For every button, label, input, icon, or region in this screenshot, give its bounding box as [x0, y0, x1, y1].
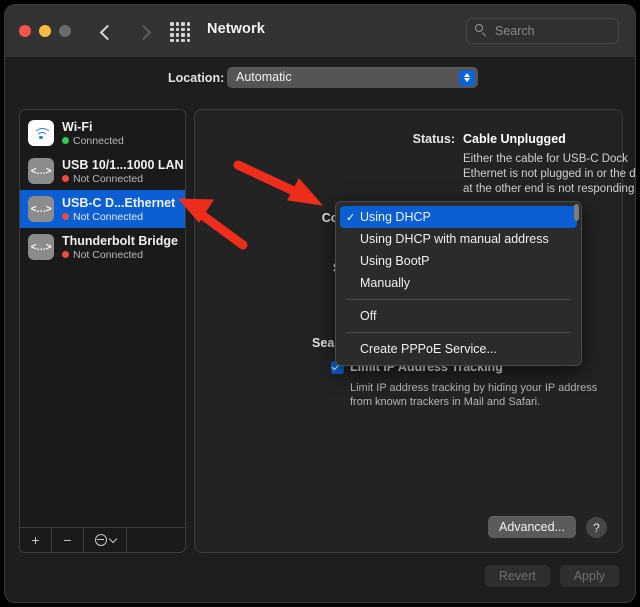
chevron-down-icon [108, 534, 117, 543]
network-preferences-window: Network Search Location: Automatic Wi-Fi… [4, 4, 636, 603]
forward-button[interactable] [130, 19, 156, 45]
page-title: Network [207, 21, 265, 37]
menu-separator [346, 299, 571, 300]
menu-item-manually[interactable]: Manually [340, 272, 577, 294]
menu-item-label: Off [360, 309, 377, 323]
service-name: Wi-Fi [62, 119, 93, 134]
services-sidebar: Wi-Fi Connected <…> USB 10/1...1000 LAN [19, 109, 186, 553]
window-footer-buttons: Revert Apply [484, 565, 619, 587]
service-name: Thunderbolt Bridge [62, 233, 178, 248]
menu-separator [346, 332, 571, 333]
services-list: Wi-Fi Connected <…> USB 10/1...1000 LAN [20, 114, 185, 266]
checkmark-icon: ✓ [346, 211, 356, 224]
sidebar-item-thunderbolt-bridge[interactable]: <…> Thunderbolt Bridge Not Connected [20, 228, 185, 266]
menu-item-create-pppoe-service[interactable]: Create PPPoE Service... [340, 338, 577, 360]
service-status: Not Connected [62, 211, 175, 223]
menu-item-off[interactable]: Off [340, 305, 577, 327]
menu-item-label: Using DHCP with manual address [360, 232, 549, 246]
close-button[interactable] [19, 25, 31, 37]
status-dot-disconnected [62, 175, 69, 182]
location-row: Location: Automatic [5, 58, 635, 103]
service-status: Not Connected [62, 249, 178, 261]
sidebar-item-usb-lan[interactable]: <…> USB 10/1...1000 LAN Not Connected [20, 152, 185, 190]
menu-scroll-indicator[interactable] [574, 204, 579, 221]
limit-ip-tracking-description: Limit IP address tracking by hiding your… [350, 382, 598, 408]
status-dot-connected [62, 137, 69, 144]
menu-item-label: Manually [360, 276, 411, 290]
wifi-icon [28, 120, 54, 146]
apply-button[interactable]: Apply [559, 565, 619, 587]
window-traffic-lights [19, 25, 71, 37]
back-button[interactable] [94, 19, 120, 45]
minimize-button[interactable] [39, 25, 51, 37]
chevron-left-icon [99, 24, 115, 40]
screen: Network Search Location: Automatic Wi-Fi… [0, 0, 640, 607]
menu-item-using-dhcp-manual-address[interactable]: Using DHCP with manual address [340, 228, 577, 250]
ethernet-icon: <…> [28, 234, 54, 260]
menu-item-label: Create PPPoE Service... [360, 342, 497, 356]
titlebar: Network Search [5, 5, 635, 58]
remove-service-button[interactable]: − [52, 528, 84, 552]
status-description: Either the cable for USB-C Dock Ethernet… [463, 153, 636, 195]
configure-ipv4-popup-menu[interactable]: ✓ Using DHCP Using DHCP with manual addr… [335, 201, 582, 366]
add-service-button[interactable]: + [20, 528, 52, 552]
sidebar-item-usb-c-dock-ethernet[interactable]: <…> USB-C D...Ethernet Not Connected [20, 190, 185, 228]
revert-button[interactable]: Revert [484, 565, 550, 587]
show-all-grid-icon[interactable] [170, 22, 190, 42]
menu-item-label: Using DHCP [360, 210, 431, 224]
ethernet-icon: <…> [28, 196, 54, 222]
search-placeholder: Search [495, 24, 535, 38]
location-select[interactable]: Automatic [227, 67, 478, 88]
status-label: Status: [412, 132, 455, 146]
service-status: Not Connected [62, 173, 184, 185]
search-field[interactable]: Search [466, 18, 619, 44]
help-button[interactable]: ? [586, 517, 607, 538]
sidebar-item-wifi[interactable]: Wi-Fi Connected [20, 114, 185, 152]
search-icon [475, 24, 489, 38]
service-name: USB 10/1...1000 LAN [62, 157, 184, 172]
sidebar-footer: + − [20, 527, 185, 552]
gear-icon [94, 534, 107, 546]
menu-item-label: Using BootP [360, 254, 430, 268]
ethernet-icon: <…> [28, 158, 54, 184]
service-name: USB-C D...Ethernet [62, 195, 176, 210]
stepper-arrows-icon[interactable] [459, 69, 475, 86]
zoom-button[interactable] [59, 25, 71, 37]
location-value: Automatic [236, 70, 292, 84]
menu-item-using-bootp[interactable]: Using BootP [340, 250, 577, 272]
status-dot-disconnected [62, 251, 69, 258]
service-status: Connected [62, 135, 124, 147]
status-value: Cable Unplugged [463, 132, 566, 146]
advanced-button[interactable]: Advanced... [487, 516, 576, 538]
status-dot-disconnected [62, 213, 69, 220]
location-label: Location: [168, 71, 225, 85]
chevron-right-icon [135, 24, 151, 40]
menu-item-using-dhcp[interactable]: ✓ Using DHCP [340, 206, 577, 228]
action-menu-button[interactable] [84, 528, 127, 552]
